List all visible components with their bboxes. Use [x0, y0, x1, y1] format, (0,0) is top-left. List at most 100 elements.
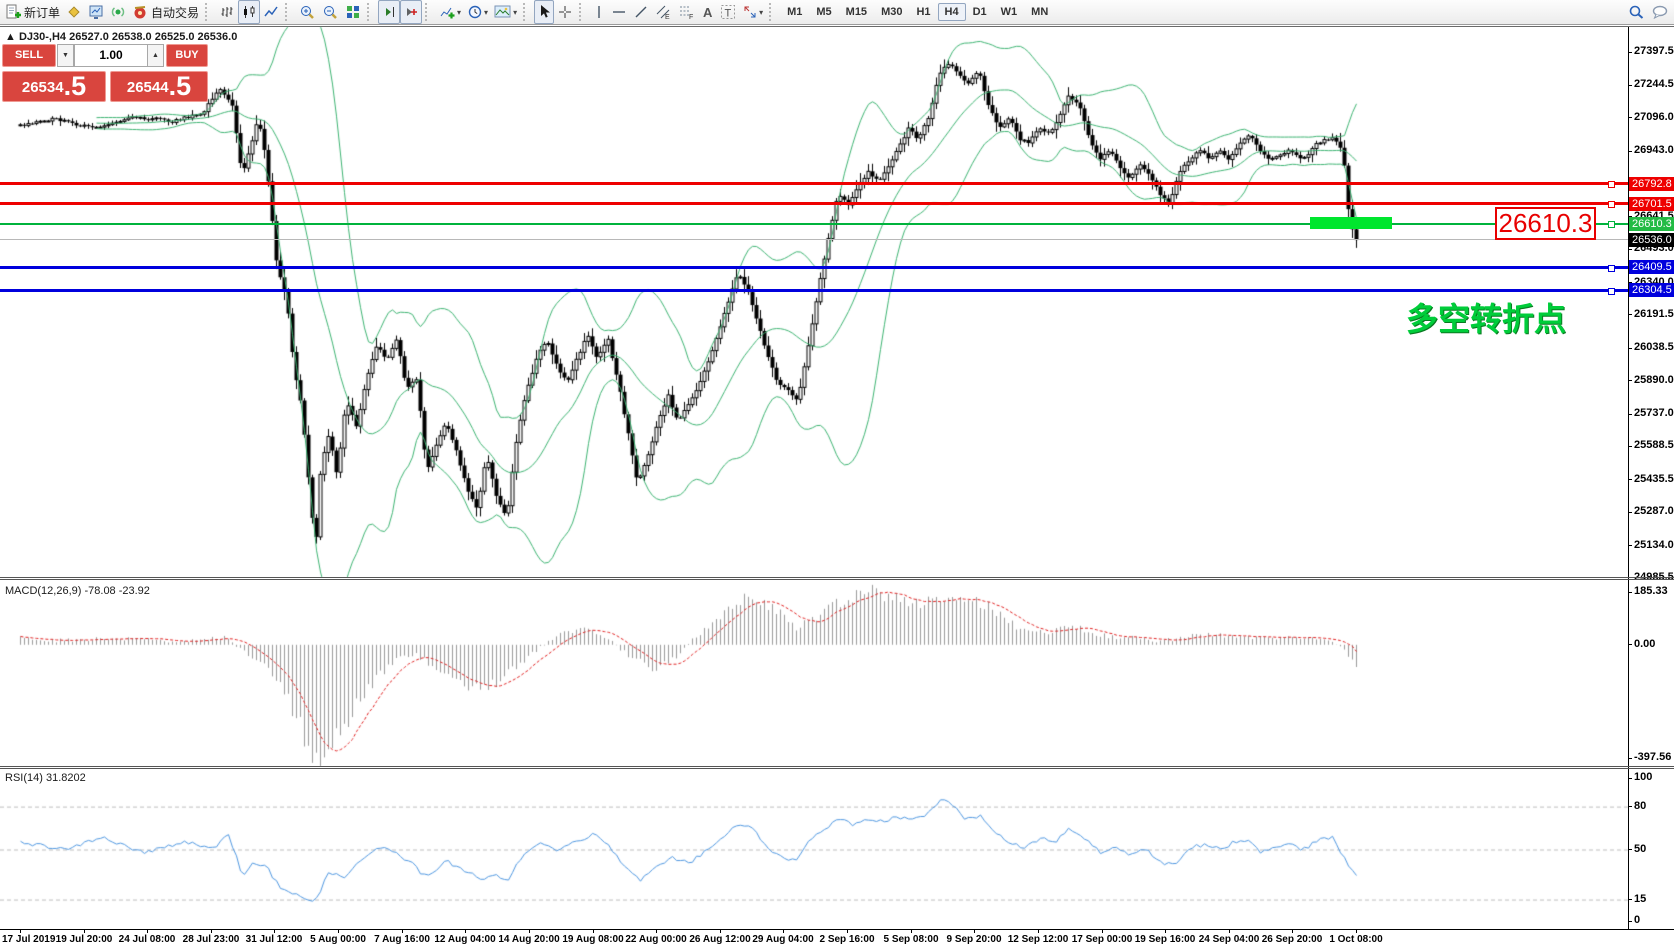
time-axis-label: 7 Aug 16:00 [374, 934, 430, 945]
volume-input[interactable]: 1.00 [74, 44, 148, 67]
trendline-button[interactable] [630, 0, 652, 24]
level-price-chip: 26409.5 [1629, 260, 1674, 274]
timeframe-mn-button[interactable]: MN [1024, 3, 1055, 21]
rsi-label: RSI(14) 31.8202 [5, 772, 86, 784]
svg-text:T: T [725, 8, 732, 20]
auto-scroll-button[interactable] [400, 0, 422, 24]
horizontal-level-line[interactable] [0, 182, 1628, 185]
toolbar: 新订单 自动交易 ▾ ▾ ▾ [0, 0, 1674, 25]
search-button[interactable] [1625, 0, 1648, 24]
line-handle-marker[interactable] [1608, 221, 1615, 228]
text-label-button[interactable]: T [717, 0, 739, 24]
monitor-chart-icon [88, 4, 104, 20]
highlight-zone-rectangle[interactable] [1310, 217, 1392, 229]
line-chart-button[interactable] [260, 0, 282, 24]
auto-trading-button[interactable]: 自动交易 [129, 0, 202, 24]
fibonacci-button[interactable]: F [675, 0, 698, 24]
current-price-line [0, 239, 1628, 240]
vertical-line-button[interactable] [590, 0, 608, 24]
buy-button[interactable]: BUY [166, 44, 208, 67]
time-axis-label: 5 Aug 00:00 [310, 934, 366, 945]
sell-button[interactable]: SELL [2, 44, 56, 67]
bar-chart-icon [219, 4, 235, 20]
line-handle-marker[interactable] [1608, 265, 1615, 272]
crosshair-icon [557, 4, 573, 20]
time-axis-label: 29 Aug 04:00 [752, 934, 813, 945]
arrows-button[interactable]: ▾ [739, 0, 766, 24]
metaeditor-icon [66, 4, 82, 20]
chat-button[interactable] [1648, 0, 1672, 24]
text-button[interactable]: A [698, 0, 717, 24]
trendline-icon [633, 4, 649, 20]
horizontal-level-line[interactable] [0, 266, 1628, 269]
indicators-button[interactable]: ▾ [436, 0, 464, 24]
collapse-arrow-icon[interactable]: ▲ [5, 31, 16, 43]
new-order-button[interactable]: 新订单 [2, 0, 63, 24]
auto-trading-label: 自动交易 [151, 4, 199, 21]
timeframe-w1-button[interactable]: W1 [994, 3, 1025, 21]
equidistant-channel-button[interactable]: E [652, 0, 675, 24]
pane-separator-rsi[interactable] [0, 766, 1674, 767]
pane-separator-rsi[interactable] [0, 768, 1674, 769]
fibonacci-icon: F [678, 4, 695, 20]
bar-chart-button[interactable] [216, 0, 238, 24]
strategy-tester-button[interactable] [85, 0, 107, 24]
price-tick-label: 27096.0 [1634, 111, 1674, 123]
timeframe-m30-button[interactable]: M30 [874, 3, 909, 21]
periods-button[interactable]: ▾ [464, 0, 491, 24]
timeframe-h4-button[interactable]: H4 [938, 3, 966, 21]
candlestick-icon [241, 4, 257, 20]
volume-decrease-button[interactable]: ▼ [57, 44, 74, 67]
line-handle-marker[interactable] [1608, 288, 1615, 295]
volume-increase-button[interactable]: ▲ [147, 44, 164, 67]
buy-price-main: 26544 [127, 76, 169, 100]
pane-separator-macd[interactable] [0, 577, 1674, 578]
crosshair-button[interactable] [554, 0, 576, 24]
time-axis-label: 31 Jul 12:00 [246, 934, 303, 945]
clock-icon [467, 4, 483, 20]
price-tick-label: 25435.5 [1634, 473, 1674, 485]
cursor-button[interactable] [534, 0, 554, 24]
line-handle-marker[interactable] [1608, 181, 1615, 188]
new-order-label: 新订单 [24, 4, 60, 21]
zoom-in-button[interactable] [296, 0, 319, 24]
symbol-period-label: DJ30-,H4 [19, 31, 66, 43]
horizontal-level-line[interactable] [0, 289, 1628, 292]
price-tick-label: 25287.0 [1634, 505, 1674, 517]
chart-canvas[interactable] [0, 0, 1674, 951]
channel-icon: E [655, 4, 672, 20]
level-price-chip: 26792.8 [1629, 177, 1674, 191]
signals-button[interactable] [107, 0, 129, 24]
chart-shift-button[interactable] [378, 0, 400, 24]
horizontal-line-button[interactable] [608, 0, 630, 24]
sell-price-main: 26534 [22, 76, 64, 100]
chart-shift-icon [381, 4, 397, 20]
rsi-tick-label: 50 [1634, 843, 1646, 855]
horizontal-line-icon [611, 4, 627, 20]
price-tick-label: 27244.5 [1634, 78, 1674, 90]
zoom-out-icon [322, 4, 339, 20]
buy-price-display[interactable]: 26544 .5 [110, 71, 208, 102]
tile-windows-button[interactable] [342, 0, 364, 24]
time-axis-label: 19 Aug 08:00 [562, 934, 623, 945]
zoom-out-button[interactable] [319, 0, 342, 24]
metaeditor-button[interactable] [63, 0, 85, 24]
sell-price-display[interactable]: 26534 .5 [2, 71, 106, 102]
pane-separator-macd[interactable] [0, 579, 1674, 580]
price-tick-label: 25890.0 [1634, 374, 1674, 386]
line-handle-marker[interactable] [1608, 201, 1615, 208]
templates-button[interactable]: ▾ [491, 0, 520, 24]
line-chart-icon [263, 4, 279, 20]
timeframe-h1-button[interactable]: H1 [909, 3, 937, 21]
candlestick-button[interactable] [238, 0, 260, 24]
annotation-text[interactable]: 多空转折点 [1406, 294, 1566, 340]
timeframe-m5-button[interactable]: M5 [809, 3, 838, 21]
timeframe-d1-button[interactable]: D1 [966, 3, 994, 21]
time-axis-label: 22 Aug 00:00 [625, 934, 686, 945]
time-axis-label: 1 Oct 08:00 [1329, 934, 1382, 945]
arrows-icon [742, 4, 758, 20]
timeframe-m1-button[interactable]: M1 [780, 3, 809, 21]
timeframe-m15-button[interactable]: M15 [839, 3, 874, 21]
price-callout-label[interactable]: 26610.3 [1495, 207, 1596, 240]
horizontal-level-line[interactable] [0, 202, 1628, 205]
